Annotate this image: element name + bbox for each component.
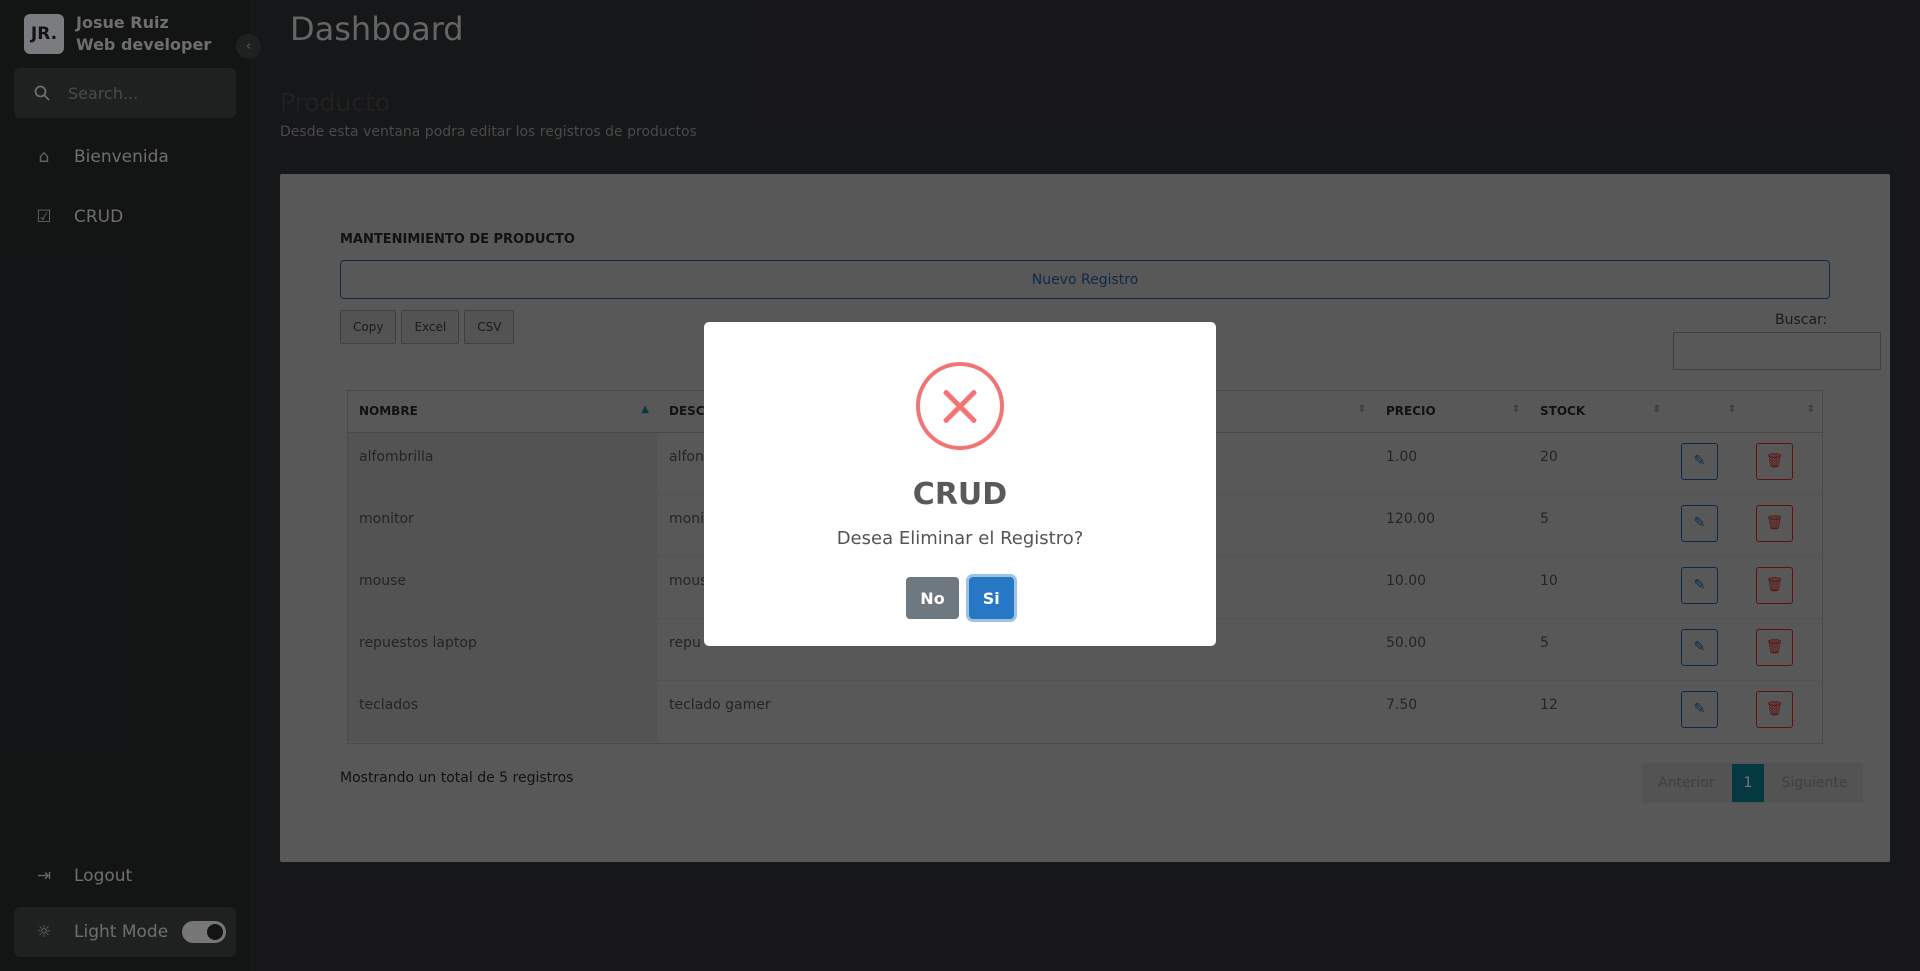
no-button[interactable]: No [906, 577, 959, 619]
error-x-icon [916, 362, 1004, 450]
dialog-message: Desea Eliminar el Registro? [836, 528, 1084, 549]
si-button[interactable]: Si [968, 577, 1014, 619]
confirm-dialog: CRUD Desea Eliminar el Registro? No Si [704, 322, 1216, 646]
dialog-buttons: No Si [704, 577, 1216, 619]
dialog-title: CRUD [912, 477, 1008, 512]
